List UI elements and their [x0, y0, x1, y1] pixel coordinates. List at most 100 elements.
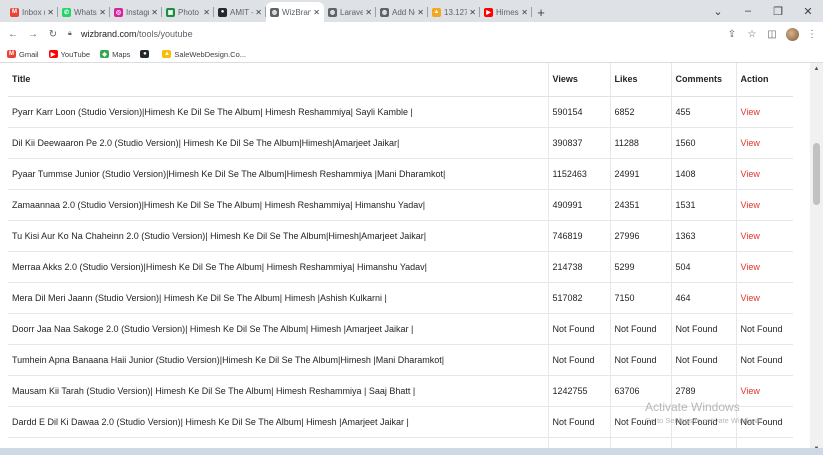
- view-link[interactable]: View: [741, 169, 760, 179]
- browser-tab[interactable]: ▣Photo E✕: [162, 2, 214, 22]
- url-host: wizbrand.com: [81, 29, 137, 39]
- cell-comments: 2789: [670, 375, 736, 407]
- browser-tab[interactable]: ▲13.127.✕: [428, 2, 480, 22]
- cell-action: View: [735, 220, 793, 252]
- reload-icon[interactable]: ↻: [46, 27, 60, 41]
- cell-likes: 63706: [609, 375, 671, 407]
- bookmark-item[interactable]: ▶ YouTube: [48, 50, 90, 59]
- maps-icon: ◆: [100, 50, 110, 58]
- close-tab-icon[interactable]: ✕: [99, 8, 106, 17]
- table-row: Dardd E Dil Ki Dawaa 2.0 (Studio Version…: [8, 406, 793, 438]
- back-icon[interactable]: ←: [6, 27, 20, 41]
- table-row: Tu Kisi Aur Ko Na Chaheinn 2.0 (Studio V…: [8, 220, 793, 252]
- browser-tab[interactable]: ◎Instagra✕: [110, 2, 162, 22]
- cell-action: Not Found: [735, 313, 793, 345]
- new-tab-button[interactable]: +: [532, 2, 550, 22]
- cell-likes: 27996: [609, 220, 671, 252]
- cell-comments: 1560: [670, 127, 736, 159]
- cell-title: Doorr Jaa Naa Sakoge 2.0 (Studio Version…: [8, 313, 548, 345]
- bookmark-item[interactable]: M Gmail: [7, 50, 39, 59]
- browser-toolbar: ← → ↻ 🔒︎ wizbrand.com/tools/youtube ⇪ ☆ …: [0, 22, 823, 46]
- cell-action: Not Found: [735, 344, 793, 376]
- browser-tab[interactable]: ✆WhatsA✕: [58, 2, 110, 22]
- close-tab-icon[interactable]: ✕: [255, 8, 262, 17]
- cell-views: 590154: [547, 96, 610, 128]
- avatar[interactable]: [783, 25, 801, 43]
- address-bar[interactable]: 🔒︎ wizbrand.com/tools/youtube: [68, 25, 708, 43]
- tab-title: Add Ne: [392, 7, 415, 17]
- browser-tab[interactable]: ● AMIT - ✕: [214, 2, 266, 22]
- cell-likes: Not Found: [609, 313, 671, 345]
- gmail-icon: M: [7, 50, 16, 58]
- maximize-button[interactable]: ❐: [763, 0, 793, 22]
- cell-action: View: [735, 96, 793, 128]
- table-row: Tumhein Apna Banaana Haii Junior (Studio…: [8, 344, 793, 376]
- cell-views: Not Found: [547, 313, 610, 345]
- close-tab-icon[interactable]: ✕: [203, 8, 210, 17]
- cell-likes: 5299: [609, 251, 671, 283]
- browser-tab[interactable]: ▶Himesh✕: [480, 2, 532, 22]
- close-window-button[interactable]: ✕: [793, 0, 823, 22]
- share-icon[interactable]: ⇪: [723, 25, 741, 43]
- chevron-down-icon[interactable]: ⌄: [703, 0, 733, 22]
- header-action: Action: [735, 63, 793, 97]
- forward-icon[interactable]: →: [26, 27, 40, 41]
- view-link[interactable]: View: [741, 138, 760, 148]
- cell-comments: 1408: [670, 158, 736, 190]
- browser-tab[interactable]: ◍Laravel✕: [324, 2, 376, 22]
- vertical-scrollbar[interactable]: ▲ ▼: [810, 63, 823, 455]
- scrollbar-thumb[interactable]: [813, 143, 820, 205]
- tab-title: WhatsA: [74, 7, 97, 17]
- bookmark-item[interactable]: ◆ Maps: [100, 50, 130, 59]
- close-tab-icon[interactable]: ✕: [469, 8, 476, 17]
- view-link[interactable]: View: [741, 200, 760, 210]
- cell-comments: Not Found: [670, 313, 736, 345]
- bookmarks-bar: M Gmail ▶ YouTube ◆ Maps ● ▲ SaleWebDesign.Co...: [0, 46, 823, 63]
- cell-views: 1152463: [547, 158, 610, 190]
- cell-title: Pyarr Karr Loon (Studio Version)|Himesh …: [8, 96, 548, 128]
- cell-likes: 24351: [609, 189, 671, 221]
- view-link[interactable]: View: [741, 293, 760, 303]
- url-path: /tools/youtube: [136, 29, 193, 39]
- cell-views: 746819: [547, 220, 610, 252]
- table-header-row: Title Views Likes Comments Action: [8, 63, 793, 97]
- bookmark-item[interactable]: ▲ SaleWebDesign.Co...: [162, 50, 246, 59]
- view-link[interactable]: View: [741, 262, 760, 272]
- view-link[interactable]: View: [741, 231, 760, 241]
- sidepanel-icon[interactable]: ◫: [763, 25, 781, 43]
- close-tab-icon[interactable]: ✕: [313, 8, 320, 17]
- scroll-up-icon[interactable]: ▲: [810, 63, 823, 75]
- cell-title: Zamaannaa 2.0 (Studio Version)|Himesh Ke…: [8, 189, 548, 221]
- globe-icon: ◍: [328, 7, 337, 17]
- cell-action: Not Found: [735, 406, 793, 438]
- close-tab-icon[interactable]: ✕: [417, 8, 424, 17]
- header-title: Title: [8, 63, 548, 97]
- browser-tab[interactable]: ◍ WizBran ✕: [266, 2, 324, 22]
- close-tab-icon[interactable]: ✕: [47, 8, 54, 17]
- cell-likes: 24991: [609, 158, 671, 190]
- browser-tab[interactable]: MInbox (1✕: [6, 2, 58, 22]
- bookmark-item[interactable]: ●: [140, 50, 152, 58]
- minimize-button[interactable]: –: [733, 0, 763, 22]
- cell-views: 214738: [547, 251, 610, 283]
- kebab-menu-icon[interactable]: ⋮: [803, 25, 821, 43]
- instagram-icon: ◎: [114, 7, 123, 17]
- view-link[interactable]: View: [741, 107, 760, 117]
- close-tab-icon[interactable]: ✕: [151, 8, 158, 17]
- youtube-icon: ▶: [484, 7, 493, 17]
- table-row: Pyarr Karr Loon (Studio Version)|Himesh …: [8, 96, 793, 128]
- star-icon[interactable]: ☆: [743, 25, 761, 43]
- cell-views: 390837: [547, 127, 610, 159]
- cell-action: View: [735, 375, 793, 407]
- table-row: Pyaar Tummse Junior (Studio Version)|Him…: [8, 158, 793, 190]
- cell-likes: 11288: [609, 127, 671, 159]
- github-icon: ●: [218, 7, 227, 17]
- view-link[interactable]: View: [741, 386, 760, 396]
- tab-title: Himesh: [496, 7, 519, 17]
- cell-views: Not Found: [547, 344, 610, 376]
- browser-tab[interactable]: ◍Add Ne✕: [376, 2, 428, 22]
- close-tab-icon[interactable]: ✕: [521, 8, 528, 17]
- table-row: Doorr Jaa Naa Sakoge 2.0 (Studio Version…: [8, 313, 793, 345]
- close-tab-icon[interactable]: ✕: [365, 8, 372, 17]
- cell-likes: 7150: [609, 282, 671, 314]
